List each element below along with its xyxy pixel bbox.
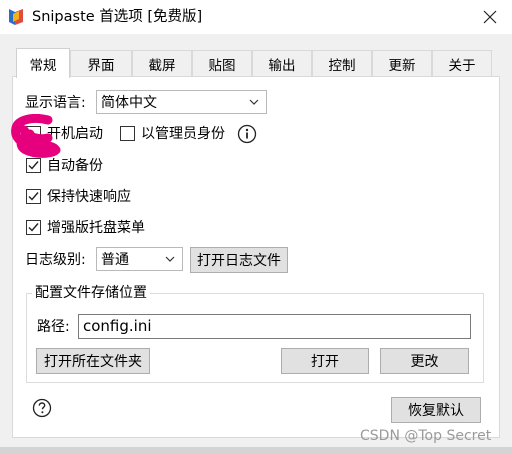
tab-about[interactable]: 关于	[432, 50, 492, 76]
log-level-select[interactable]: 普通	[96, 247, 183, 271]
open-config-button[interactable]: 打开	[281, 348, 369, 374]
auto-backup-checkbox[interactable]	[26, 158, 41, 173]
language-select-value: 简体中文	[101, 95, 157, 111]
tab-interface[interactable]: 界面	[70, 50, 132, 76]
open-folder-button[interactable]: 打开所在文件夹	[36, 348, 150, 374]
chevron-down-icon	[249, 99, 259, 105]
tab-control[interactable]: 控制	[312, 50, 372, 76]
check-icon	[28, 192, 39, 201]
config-path-input[interactable]: config.ini	[78, 314, 471, 339]
run-as-admin-label: 以管理员身份	[141, 126, 225, 142]
check-icon	[28, 223, 39, 232]
keep-responsive-checkbox[interactable]	[26, 189, 41, 204]
language-label: 显示语言:	[25, 95, 86, 111]
language-select[interactable]: 简体中文	[96, 90, 267, 114]
title-bar: Snipaste 首选项 [免费版]	[0, 0, 512, 34]
tab-output[interactable]: 输出	[252, 50, 312, 76]
chevron-down-icon	[165, 256, 175, 262]
info-icon[interactable]	[237, 124, 257, 144]
open-log-file-button[interactable]: 打开日志文件	[190, 247, 288, 273]
tab-update[interactable]: 更新	[372, 50, 432, 76]
config-location-group-title: 配置文件存储位置	[32, 283, 150, 303]
background-strip	[0, 447, 512, 453]
scribble-annotation	[11, 114, 61, 158]
close-icon	[483, 10, 497, 24]
check-icon	[28, 161, 39, 170]
restore-defaults-button[interactable]: 恢复默认	[391, 397, 481, 423]
tab-capture[interactable]: 截屏	[132, 50, 192, 76]
close-button[interactable]	[468, 0, 512, 34]
help-icon[interactable]	[32, 398, 52, 418]
path-label: 路径:	[37, 319, 70, 335]
watermark: CSDN @Top Secret	[360, 428, 492, 444]
log-level-label: 日志级别:	[25, 252, 86, 268]
snipaste-logo-icon	[9, 9, 23, 25]
keep-responsive-label: 保持快速响应	[47, 189, 131, 205]
run-as-admin-checkbox[interactable]	[120, 126, 135, 141]
window-title: Snipaste 首选项 [免费版]	[32, 9, 203, 25]
log-level-select-value: 普通	[101, 252, 129, 268]
enhanced-tray-checkbox[interactable]	[26, 220, 41, 235]
tab-general[interactable]: 常规	[16, 48, 70, 78]
enhanced-tray-label: 增强版托盘菜单	[47, 220, 145, 236]
tab-paste[interactable]: 贴图	[192, 50, 252, 76]
change-config-button[interactable]: 更改	[380, 348, 469, 374]
